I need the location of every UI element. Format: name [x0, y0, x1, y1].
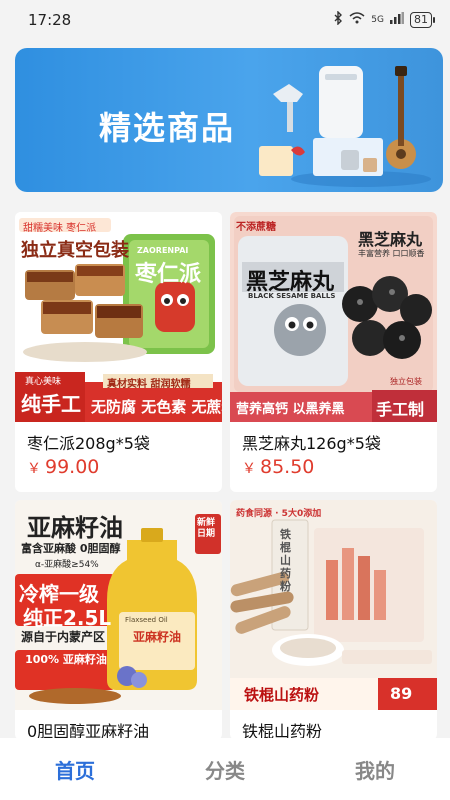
product-name: 枣仁派208g*5袋: [27, 434, 150, 453]
product-image: 不添蔗糖 黑芝麻丸 丰富营养 口口顺香 黑芝麻丸 BLACK SESAME BA…: [230, 212, 437, 422]
image-tag: 甜糯美味 枣仁派: [23, 223, 97, 234]
tab-category[interactable]: 分类: [150, 738, 300, 800]
image-brand-en: ZAORENPAI: [137, 246, 189, 255]
image-purity: 纯正2.5L: [23, 606, 112, 630]
image-headline: 独立真空包装: [21, 240, 129, 261]
price-value: 99.00: [45, 456, 100, 478]
image-sub1: 丰富营养 口口顺香: [358, 249, 425, 258]
image-handmade: 纯手工: [21, 392, 81, 416]
image-headline: 铁棍山药粉: [244, 686, 320, 704]
product-image: 亚麻籽油 富含亚麻酸 0胆固醇 α-亚麻酸≥54% 冷榨一级 纯正2.5L 源自…: [15, 500, 222, 710]
wifi-icon: [349, 12, 365, 28]
image-features: 真材实料 甜润软糯: [107, 379, 191, 390]
featured-banner[interactable]: 精选商品: [15, 48, 443, 192]
image-new-tag: 新鲜日期: [197, 518, 216, 539]
product-image: 药食同源 · 5大0添加 铁棍山药粉 铁棍山药粉 89: [230, 500, 437, 710]
image-side-note: 真心美味: [25, 377, 62, 387]
product-card[interactable]: 亚麻籽油 富含亚麻酸 0胆固醇 α-亚麻酸≥54% 冷榨一级 纯正2.5L 源自…: [15, 500, 222, 740]
image-headline: 黑芝麻丸: [358, 230, 423, 249]
image-headline: 亚麻籽油: [27, 514, 123, 542]
product-card[interactable]: 甜糯美味 枣仁派 独立真空包装 ZAORENPAI 枣仁派 真心美味 纯手工 真…: [15, 212, 222, 492]
image-brand-en: BLACK SESAME BALLS: [248, 292, 336, 300]
image-tag: 药食同源 · 5大0添加: [236, 509, 322, 519]
image-sub2: 独立包装: [390, 377, 422, 386]
status-icons: 5G 81: [333, 10, 435, 29]
image-sub1: 富含亚麻酸 0胆固醇: [21, 542, 121, 555]
image-handmade: 手工制: [376, 400, 425, 419]
image-sub2: α-亚麻酸≥54%: [35, 560, 99, 570]
image-box-text: 铁棍山药粉: [280, 528, 291, 593]
battery-icon: 81: [410, 12, 435, 28]
product-price: ￥ 99.00: [27, 456, 99, 478]
tab-home[interactable]: 首页: [0, 738, 150, 800]
image-bottle-en: Flaxseed Oil: [125, 616, 168, 624]
banner-products-image: [259, 66, 431, 187]
banner-title: 精选商品: [99, 109, 236, 147]
image-brand: 枣仁派: [135, 262, 202, 287]
product-name: 铁棍山药粉: [242, 722, 323, 740]
currency-symbol: ￥: [27, 461, 41, 477]
image-claims: 无防腐 无色素 无蔗糖: [91, 398, 222, 416]
product-price: ￥ 85.50: [242, 456, 314, 478]
product-name: 0胆固醇亚麻籽油: [27, 722, 150, 740]
image-tag: 不添蔗糖: [236, 222, 276, 233]
image-bottle-label: 亚麻籽油: [133, 630, 182, 644]
image-price-tag: 89: [390, 684, 413, 703]
tab-mine[interactable]: 我的: [300, 738, 450, 800]
bottom-tab-bar: 首页 分类 我的: [0, 738, 450, 800]
product-card[interactable]: 不添蔗糖 黑芝麻丸 丰富营养 口口顺香 黑芝麻丸 BLACK SESAME BA…: [230, 212, 437, 492]
image-slogan: 营养高钙 以黑养黑: [236, 402, 345, 417]
signal-label: 5G: [371, 15, 384, 25]
signal-icon: [390, 12, 404, 28]
status-bar: 17:28 5G 81: [0, 0, 450, 40]
currency-symbol: ￥: [242, 461, 256, 477]
price-value: 85.50: [260, 456, 315, 478]
product-card[interactable]: 药食同源 · 5大0添加 铁棍山药粉 铁棍山药粉 89 铁棍山药粉: [230, 500, 437, 740]
bluetooth-icon: [333, 10, 343, 29]
product-name: 黑芝麻丸126g*5袋: [242, 434, 381, 453]
image-origin: 源自于内蒙产区: [21, 630, 106, 644]
product-image: 甜糯美味 枣仁派 独立真空包装 ZAORENPAI 枣仁派 真心美味 纯手工 真…: [15, 212, 222, 422]
status-time: 17:28: [28, 11, 72, 29]
image-badge: 100% 亚麻籽油: [25, 653, 107, 666]
